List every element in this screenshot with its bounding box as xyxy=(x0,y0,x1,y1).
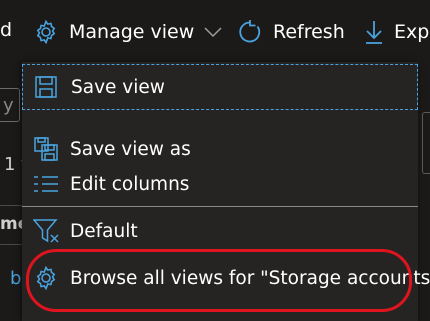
menu-item-save-view-label: Save view xyxy=(71,76,165,98)
menu-item-browse-all-views-label: Browse all views for "Storage accounts" xyxy=(70,267,430,289)
manage-view-label: Manage view xyxy=(69,21,195,43)
menu-divider xyxy=(22,206,418,207)
filter-input-partial-text: y n xyxy=(3,95,14,116)
export-button[interactable]: Expo xyxy=(364,19,430,45)
filter-clear-icon xyxy=(32,218,61,244)
header-divider xyxy=(0,205,24,206)
command-partial-left[interactable]: d xyxy=(0,19,12,41)
refresh-icon xyxy=(237,19,263,45)
refresh-label: Refresh xyxy=(273,21,345,43)
row-divider xyxy=(0,244,24,245)
menu-item-save-view-as-label: Save view as xyxy=(70,138,191,160)
save-as-icon xyxy=(33,136,59,162)
menu-item-default-label: Default xyxy=(70,220,138,242)
menu-item-browse-all-views[interactable]: Browse all views for "Storage accounts" xyxy=(22,256,430,300)
menu-item-save-view[interactable]: Save view xyxy=(22,64,418,110)
command-partial-left-label: d xyxy=(0,19,13,41)
gear-icon xyxy=(33,265,59,291)
menu-item-edit-columns[interactable]: Edit columns xyxy=(22,162,418,206)
command-bar: d Manage view Refresh Exp xyxy=(0,0,430,68)
row-link-partial[interactable]: b xyxy=(10,268,21,289)
download-icon xyxy=(364,19,384,45)
save-icon xyxy=(34,75,58,99)
columns-icon xyxy=(33,174,59,194)
menu-item-edit-columns-label: Edit columns xyxy=(70,173,190,195)
chevron-down-icon xyxy=(204,26,222,38)
manage-view-button[interactable]: Manage view xyxy=(33,19,232,45)
filter-input-partial[interactable]: y n xyxy=(0,88,20,122)
gear-icon xyxy=(33,19,59,45)
menu-item-default[interactable]: Default xyxy=(22,209,418,253)
manage-view-menu: Save view Save view as Edit columns Defa… xyxy=(22,62,430,321)
export-label: Expo xyxy=(394,21,430,43)
refresh-button[interactable]: Refresh xyxy=(237,19,345,45)
right-edge-box xyxy=(422,112,430,174)
